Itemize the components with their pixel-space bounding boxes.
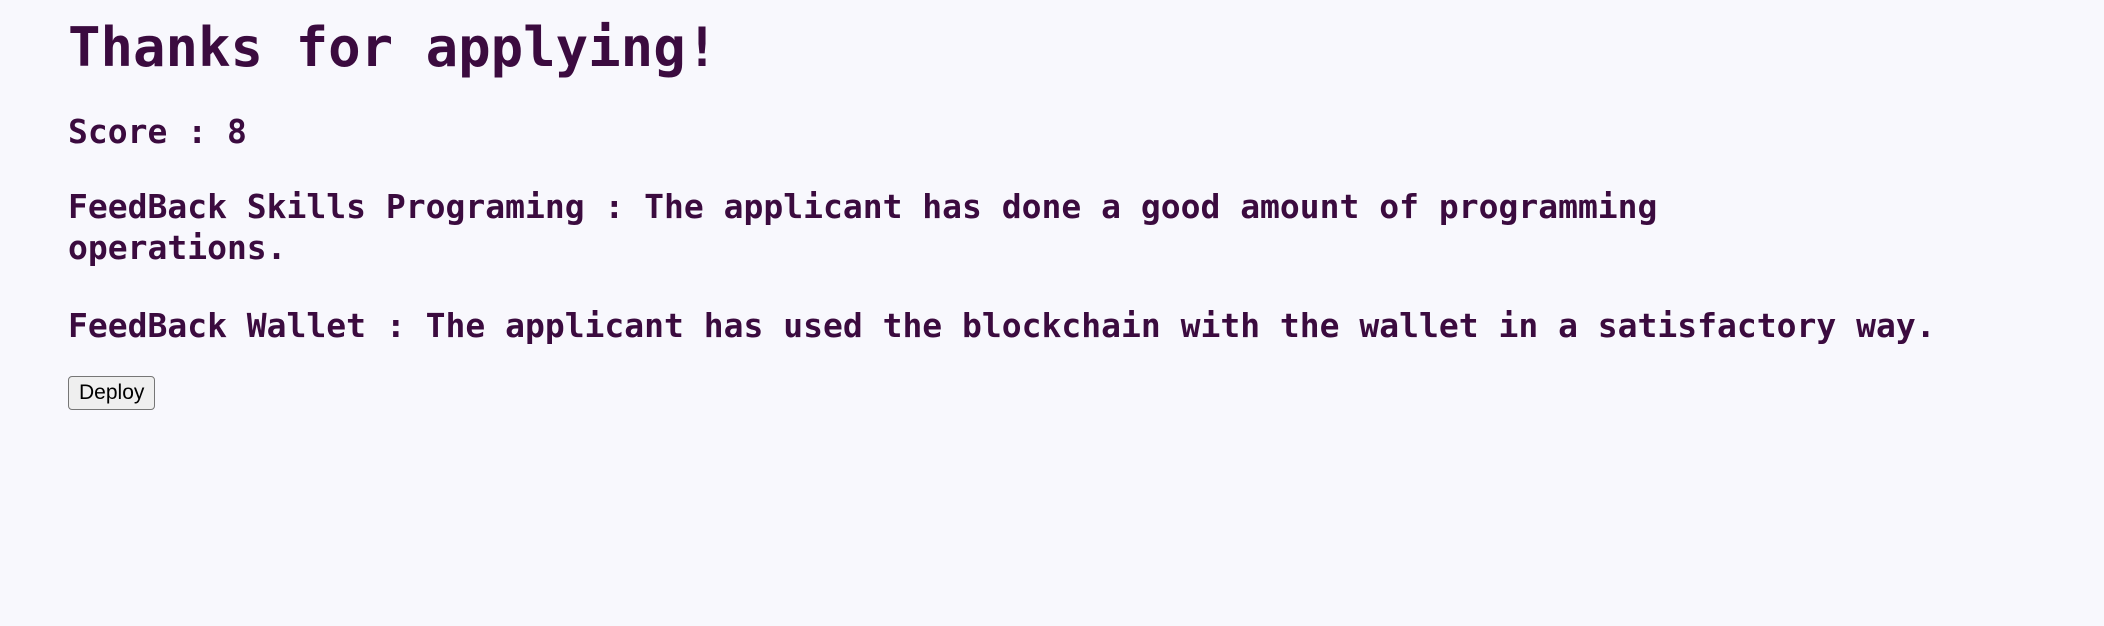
- page-title: Thanks for applying!: [68, 16, 719, 79]
- deploy-row: Deploy: [68, 346, 2104, 410]
- result-page: Thanks for applying! Score : 8 FeedBack …: [0, 0, 2104, 626]
- deploy-button[interactable]: Deploy: [68, 375, 156, 410]
- feedback-wallet: FeedBack Wallet : The applicant has used…: [68, 305, 1936, 345]
- feedback-skills-programing: FeedBack Skills Programing : The applica…: [68, 187, 1658, 268]
- score-line: Score : 8: [68, 112, 247, 152]
